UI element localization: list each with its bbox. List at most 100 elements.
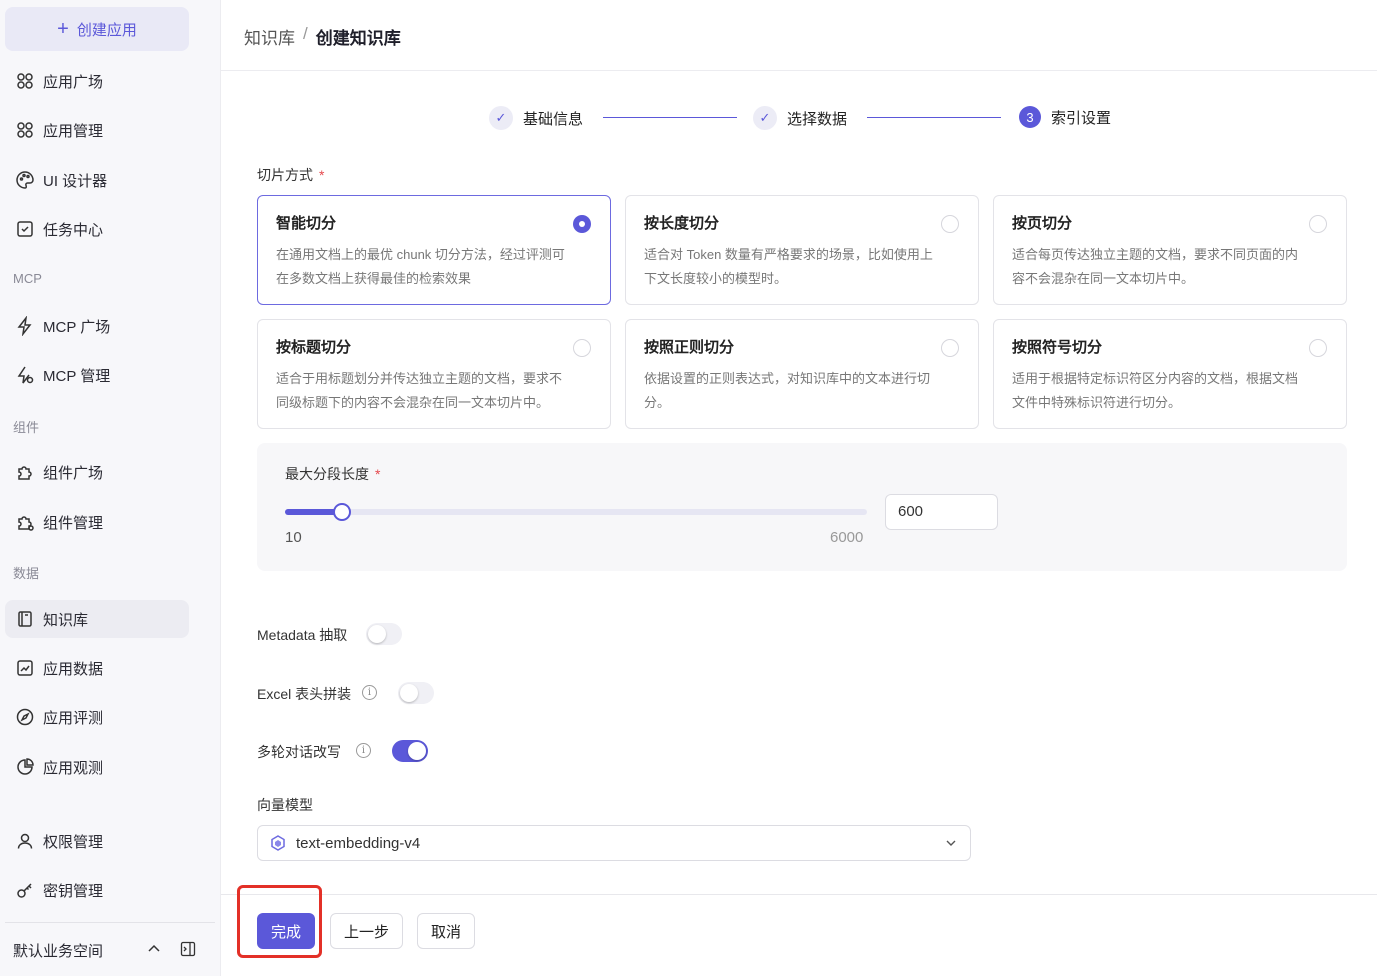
step-number: 3 (1019, 106, 1041, 128)
sidebar-item-app-eval[interactable]: 应用评测 (5, 698, 189, 736)
info-icon[interactable]: i (362, 685, 377, 700)
pie-icon (17, 758, 34, 775)
puzzle-manage-icon (18, 516, 34, 531)
sidebar-item-label: 权限管理 (43, 833, 104, 851)
metadata-extract-label: Metadata 抽取 (257, 627, 348, 643)
sidebar-item-component-plaza[interactable]: 组件广场 (5, 453, 189, 491)
task-icon (17, 221, 33, 237)
sidebar-item-app-data[interactable]: 应用数据 (5, 649, 189, 687)
vector-model-label: 向量模型 (257, 797, 313, 813)
check-icon: ✓ (489, 106, 513, 130)
max-length-panel (257, 443, 1347, 571)
sidebar-divider (5, 922, 215, 923)
slider-handle[interactable] (333, 503, 351, 521)
apps-manage-icon (17, 122, 33, 138)
chunk-option-smart[interactable]: 智能切分 在通用文档上的最优 chunk 切分方法，经过评测可在多数文档上获得最… (257, 195, 611, 305)
workspace-name[interactable]: 默认业务空间 (13, 940, 103, 961)
breadcrumb-parent[interactable]: 知识库 (244, 24, 295, 49)
sidebar-item-permissions[interactable]: 权限管理 (5, 822, 189, 860)
info-icon[interactable]: i (356, 743, 371, 758)
sidebar-item-mcp-manage[interactable]: MCP 管理 (5, 356, 189, 394)
required-mark: * (319, 167, 325, 183)
excel-header-toggle[interactable] (398, 682, 434, 704)
key-icon (17, 883, 32, 898)
radio-unselected[interactable] (573, 339, 591, 357)
sidebar-item-label: 密钥管理 (43, 882, 104, 900)
radio-selected[interactable] (573, 215, 591, 233)
step-select-data: ✓ 选择数据 (753, 106, 847, 130)
required-mark: * (375, 466, 381, 482)
chunk-option-title: 按标题切分 (276, 339, 352, 356)
model-logo-icon (271, 835, 285, 851)
chunk-option-desc: 依据设置的正则表达式，对知识库中的文本进行切分。 (644, 371, 931, 410)
chunk-method-label: 切片方式 * (257, 165, 324, 185)
max-length-slider[interactable] (285, 503, 867, 521)
chevron-down-icon (946, 840, 956, 846)
create-app-button[interactable]: + 创建应用 (5, 7, 189, 51)
sidebar-item-component-manage[interactable]: 组件管理 (5, 503, 189, 541)
chunk-option-desc: 适合于用标题划分并传达独立主题的文档，要求不同级标题下的内容不会混杂在同一文本切… (276, 371, 563, 410)
max-length-input[interactable]: 600 (885, 494, 998, 530)
compass-icon (16, 708, 34, 726)
highlight-box (237, 885, 322, 958)
radio-unselected[interactable] (941, 215, 959, 233)
cancel-button[interactable]: 取消 (417, 913, 475, 949)
puzzle-icon (18, 466, 32, 480)
sidebar-item-app-manage[interactable]: 应用管理 (5, 111, 189, 149)
sidebar-item-label: MCP 管理 (43, 367, 111, 385)
radio-unselected[interactable] (1309, 215, 1327, 233)
step-connector (867, 117, 1001, 118)
multi-turn-rewrite-label: 多轮对话改写 (257, 744, 341, 760)
breadcrumb-separator: / (303, 24, 308, 43)
max-length-label: 最大分段长度 * (285, 464, 380, 484)
multi-turn-rewrite-toggle[interactable] (392, 740, 428, 762)
metadata-extract-toggle[interactable] (366, 623, 402, 645)
user-icon (17, 833, 33, 849)
chunk-option-desc: 适合每页传达独立主题的文档，要求不同页面的内容不会混杂在同一文本切片中。 (1012, 247, 1299, 286)
chunk-option-desc: 适合对 Token 数量有严格要求的场景，比如使用上下文长度较小的模型时。 (644, 247, 933, 286)
vector-model-select[interactable]: text-embedding-v4 (257, 825, 971, 861)
chunk-option-regex[interactable]: 按照正则切分 依据设置的正则表达式，对知识库中的文本进行切分。 (625, 319, 979, 429)
sidebar-item-keys[interactable]: 密钥管理 (5, 871, 189, 909)
radio-unselected[interactable] (941, 339, 959, 357)
section-components: 组件 (13, 420, 40, 435)
sidebar-item-task-center[interactable]: 任务中心 (5, 210, 189, 248)
sidebar-item-label: 应用评测 (43, 709, 104, 727)
plus-icon: + (57, 18, 69, 40)
breadcrumb: 知识库 / 创建知识库 (244, 24, 401, 49)
chevron-up-icon[interactable] (146, 941, 162, 957)
sidebar-item-label: 应用观测 (43, 759, 104, 777)
breadcrumb-current: 创建知识库 (315, 29, 401, 48)
sidebar-item-knowledge[interactable]: 知识库 (5, 600, 189, 638)
sidebar-item-app-observe[interactable]: 应用观测 (5, 748, 189, 786)
sidebar-item-label: 应用广场 (43, 73, 104, 91)
sidebar-item-label: 任务中心 (43, 221, 104, 239)
sidebar-item-label: 知识库 (43, 611, 89, 629)
sidebar-item-label: MCP 广场 (43, 318, 111, 336)
prev-step-button[interactable]: 上一步 (330, 913, 403, 949)
chunk-method-text: 切片方式 (257, 167, 313, 183)
step-label: 索引设置 (1051, 109, 1112, 127)
step-connector (603, 117, 737, 118)
radio-unselected[interactable] (1309, 339, 1327, 357)
chart-icon (17, 660, 33, 676)
bolt-manage-icon (17, 366, 34, 384)
slider-min: 10 (285, 529, 302, 546)
chunk-option-page[interactable]: 按页切分 适合每页传达独立主题的文档，要求不同页面的内容不会混杂在同一文本切片中… (993, 195, 1347, 305)
chunk-option-length[interactable]: 按长度切分 适合对 Token 数量有严格要求的场景，比如使用上下文长度较小的模… (625, 195, 979, 305)
max-length-text: 最大分段长度 (285, 466, 369, 482)
chunk-option-heading[interactable]: 按标题切分 适合于用标题划分并传达独立主题的文档，要求不同级标题下的内容不会混杂… (257, 319, 611, 429)
create-app-label: 创建应用 (76, 21, 137, 39)
excel-header-label: Excel 表头拼装 (257, 686, 352, 702)
sidebar-item-ui-designer[interactable]: UI 设计器 (5, 161, 189, 199)
apps-icon (17, 73, 33, 89)
section-mcp: MCP (13, 271, 42, 286)
sidebar-item-app-plaza[interactable]: 应用广场 (5, 62, 189, 100)
sidebar-toggle-icon[interactable] (180, 941, 196, 957)
sidebar: + 创建应用 应用广场 应用管理 UI 设计器 任务中心 MCP MCP 广场 … (0, 0, 221, 976)
sidebar-item-mcp-plaza[interactable]: MCP 广场 (5, 307, 189, 345)
sidebar-item-label: 应用数据 (43, 660, 104, 678)
step-index-settings: 3 索引设置 (1019, 106, 1111, 128)
chunk-option-title: 按照符号切分 (1012, 339, 1103, 356)
chunk-option-symbol[interactable]: 按照符号切分 适用于根据特定标识符区分内容的文档，根据文档文件中特殊标识符进行切… (993, 319, 1347, 429)
